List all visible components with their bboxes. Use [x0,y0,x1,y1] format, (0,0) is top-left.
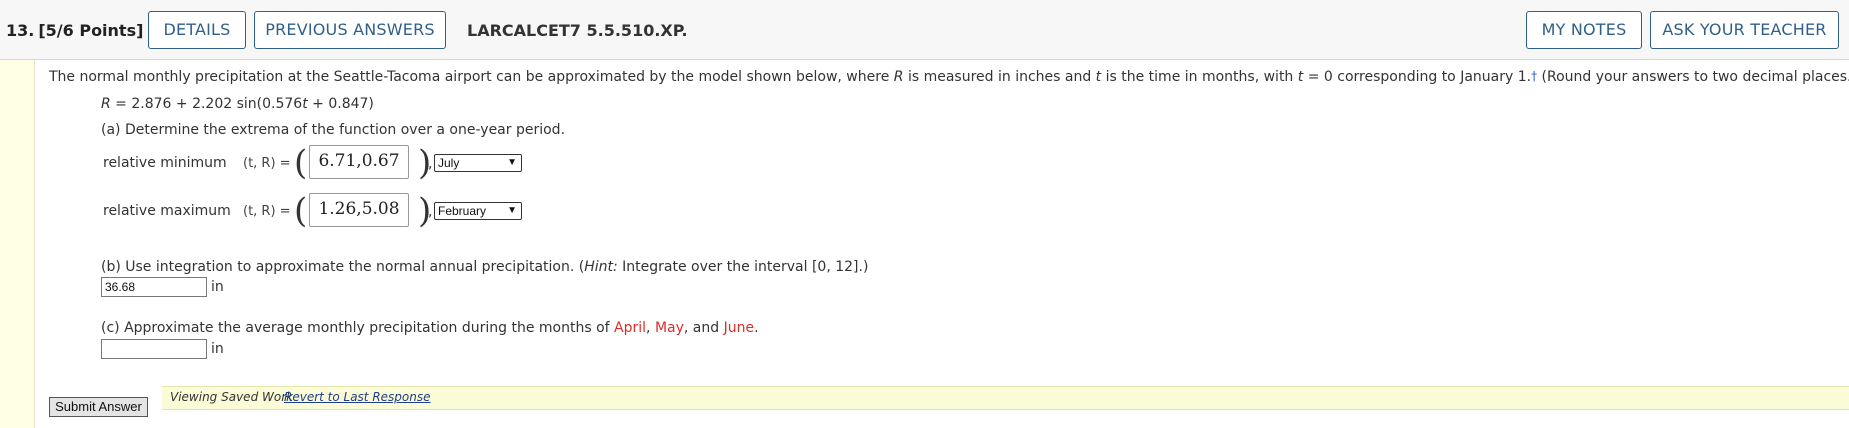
relative-minimum-label: relative minimum [103,155,227,171]
part-b-text-2: Integrate over the interval [0, 12].) [617,259,869,275]
saved-work-status-bar: Viewing Saved Work Revert to Last Respon… [162,386,1849,410]
chevron-down-icon: ▼ [507,205,517,216]
part-c-text-1: (c) Approximate the average monthly prec… [101,320,615,336]
period: . [754,320,759,336]
previous-answers-button[interactable]: PREVIOUS ANSWERS [254,11,446,49]
open-paren: ( [294,191,308,231]
formula-tail: + 0.847) [307,96,374,112]
relative-minimum-tr: (t, R) = [243,156,291,171]
formula-r: R [101,96,111,112]
comma: , [428,204,433,220]
relative-minimum-month-select[interactable]: July ▼ [434,154,522,172]
chevron-down-icon: ▼ [507,157,517,168]
month-june: June [723,320,755,336]
question-index: 13. [6,21,35,40]
relative-minimum-answer[interactable]: 6.71,0.67 [309,145,409,179]
formula-body: = 2.876 + 2.202 sin(0.576 [110,96,303,112]
part-a-question: (a) Determine the extrema of the functio… [101,122,566,138]
my-notes-button[interactable]: MY NOTES [1526,11,1642,49]
month-select-value: July [438,156,460,170]
intro-text-4: = 0 corresponding to January 1. [1303,69,1532,85]
question-header: 13. [5/6 Points] DETAILS PREVIOUS ANSWERS… [0,0,1849,60]
relative-maximum-tr: (t, R) = [243,204,291,219]
separator: , [646,320,655,336]
annual-precipitation-input[interactable]: 36.68 [101,277,207,297]
question-side-bar [0,60,35,428]
relative-maximum-month-select[interactable]: February ▼ [434,202,522,220]
month-select-value: February [438,204,487,218]
question-number: 13. [5/6 Points] [6,21,143,40]
month-may: May [654,320,684,336]
revert-to-last-response-link[interactable]: Revert to Last Response [284,390,431,404]
intro-text-1: The normal monthly precipitation at the … [49,69,894,85]
part-b-question: (b) Use integration to approximate the n… [101,259,868,275]
hint-label: Hint: [584,259,618,275]
intro-text-2: is measured in inches and [903,69,1096,85]
relative-maximum-label: relative maximum [103,203,231,219]
var-r: R [893,69,904,85]
relative-maximum-answer[interactable]: 1.26,5.08 [309,193,409,227]
problem-statement: The normal monthly precipitation at the … [49,69,1849,85]
points-label: [5/6 Points] [38,21,144,40]
submit-answer-button[interactable]: Submit Answer [49,397,148,417]
part-b-unit: in [211,279,224,295]
details-button[interactable]: DETAILS [148,11,246,49]
month-april: April [614,320,647,336]
model-formula: R = 2.876 + 2.202 sin(0.576t + 0.847) [101,96,374,112]
ask-teacher-button[interactable]: ASK YOUR TEACHER [1650,11,1839,49]
separator: , and [683,320,724,336]
open-paren: ( [294,143,308,183]
comma: , [428,156,433,172]
intro-text-3: is the time in months, with [1101,69,1298,85]
intro-text-5: (Round your answers to two decimal place… [1537,69,1849,85]
part-b-text-1: (b) Use integration to approximate the n… [101,259,585,275]
average-precipitation-input[interactable] [101,339,207,359]
problem-code: LARCALCET7 5.5.510.XP. [467,21,688,40]
part-c-unit: in [211,341,224,357]
part-c-question: (c) Approximate the average monthly prec… [101,320,759,336]
status-text: Viewing Saved Work [170,390,294,404]
